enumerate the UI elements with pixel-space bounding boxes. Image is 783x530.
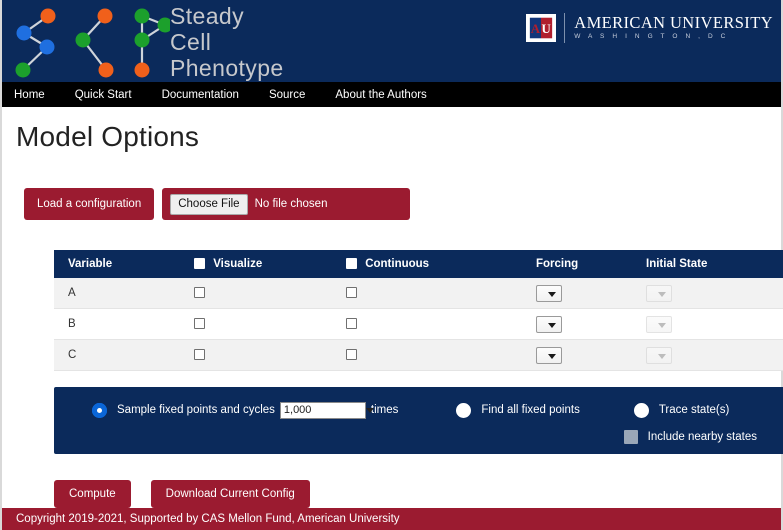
initial-state-select-row-0 bbox=[646, 284, 672, 302]
trace-states-radio[interactable] bbox=[633, 402, 649, 418]
cell-continuous bbox=[332, 308, 522, 340]
cell-variable-name: A bbox=[54, 278, 180, 309]
action-buttons-row: Compute Download Current Config bbox=[54, 480, 781, 508]
model-variables-table: Variable Visualize Continuous Forcing In… bbox=[54, 250, 783, 371]
sample-times-control: 1,000 times bbox=[275, 401, 399, 419]
table-row: A bbox=[54, 278, 783, 309]
column-header-forcing: Forcing bbox=[522, 250, 632, 278]
continuous-select-all-checkbox[interactable] bbox=[346, 258, 357, 269]
main-navigation: Home Quick Start Documentation Source Ab… bbox=[2, 82, 781, 107]
visualize-checkbox-row-2[interactable] bbox=[194, 349, 205, 361]
column-label-visualize: Visualize bbox=[213, 258, 263, 270]
forcing-select-row-1[interactable] bbox=[536, 315, 562, 333]
logo-divider bbox=[564, 13, 566, 43]
computation-options-panel: Sample fixed points and cycles 1,000 tim… bbox=[54, 387, 783, 454]
file-chosen-status: No file chosen bbox=[254, 198, 328, 210]
forcing-select-wrap-row-2 bbox=[536, 346, 562, 364]
cell-forcing bbox=[522, 278, 632, 309]
cell-visualize bbox=[180, 308, 332, 340]
include-nearby-states-label: Include nearby states bbox=[647, 431, 757, 443]
initial-state-select-wrap-row-2 bbox=[646, 346, 672, 364]
page-title: Model Options bbox=[16, 121, 200, 152]
file-upload-field[interactable]: Choose File No file chosen bbox=[162, 188, 411, 220]
column-label-initial-state: Initial State bbox=[646, 258, 708, 270]
nav-item-source[interactable]: Source bbox=[269, 89, 305, 101]
au-shield-icon: A U bbox=[526, 14, 557, 42]
visualize-checkbox-row-0[interactable] bbox=[194, 287, 205, 299]
cell-variable-name: B bbox=[54, 308, 180, 340]
forcing-select-wrap-row-0 bbox=[536, 284, 562, 302]
table-row: C bbox=[54, 339, 783, 371]
trace-states-label: Trace state(s) bbox=[658, 404, 730, 416]
nav-item-quick-start[interactable]: Quick Start bbox=[75, 89, 132, 101]
table-row: B bbox=[54, 308, 783, 340]
au-wordmark: AMERICAN UNIVERSITY W A S H I N G T O N … bbox=[574, 14, 773, 42]
continuous-checkbox-row-2[interactable] bbox=[346, 349, 357, 361]
site-title: Steady Cell Phenotype bbox=[170, 3, 284, 81]
cell-initial-state bbox=[632, 278, 783, 309]
configuration-loader-row: Load a configuration Choose File No file… bbox=[24, 188, 781, 220]
cell-visualize bbox=[180, 339, 332, 371]
computation-mode-row: Sample fixed points and cycles 1,000 tim… bbox=[54, 397, 783, 423]
cell-initial-state bbox=[632, 308, 783, 340]
include-nearby-states-row: Include nearby states bbox=[54, 430, 783, 444]
initial-state-select-wrap-row-0 bbox=[646, 284, 672, 302]
visualize-select-all-checkbox[interactable] bbox=[194, 258, 205, 269]
initial-state-select-wrap-row-1 bbox=[646, 315, 672, 333]
column-header-visualize: Visualize bbox=[180, 250, 332, 278]
svg-text:A: A bbox=[531, 22, 541, 36]
initial-state-select-row-2 bbox=[646, 346, 672, 364]
forcing-select-wrap-row-1 bbox=[536, 315, 562, 333]
copyright-text: Copyright 2019-2021, Supported by CAS Me… bbox=[16, 513, 400, 525]
site-header: Steady Cell Phenotype A U AMERICAN UNIVE… bbox=[2, 0, 781, 82]
cell-visualize bbox=[180, 278, 332, 309]
au-name: AMERICAN UNIVERSITY bbox=[574, 13, 773, 32]
column-label-variable: Variable bbox=[68, 258, 113, 270]
find-all-fixed-points-radio[interactable] bbox=[456, 402, 472, 418]
nav-item-documentation[interactable]: Documentation bbox=[162, 89, 239, 101]
au-location: W A S H I N G T O N , D C bbox=[574, 33, 729, 40]
cell-continuous bbox=[332, 339, 522, 371]
find-all-fixed-points-label: Find all fixed points bbox=[481, 404, 580, 416]
nav-item-home[interactable]: Home bbox=[14, 89, 45, 101]
cell-initial-state bbox=[632, 339, 783, 371]
include-nearby-states-checkbox bbox=[623, 430, 638, 444]
column-label-continuous: Continuous bbox=[365, 258, 430, 270]
initial-state-select-row-1 bbox=[646, 315, 672, 333]
sample-fixed-points-label: Sample fixed points and cycles bbox=[117, 404, 275, 416]
page-root: Steady Cell Phenotype A U AMERICAN UNIVE… bbox=[0, 0, 783, 530]
column-header-variable: Variable bbox=[54, 250, 180, 278]
column-label-forcing: Forcing bbox=[536, 258, 579, 270]
table-header-row: Variable Visualize Continuous Forcing In… bbox=[54, 250, 783, 278]
column-header-continuous: Continuous bbox=[332, 250, 522, 278]
main-content: Model Options Load a configuration Choos… bbox=[2, 121, 783, 508]
cell-forcing bbox=[522, 339, 632, 371]
column-header-initial-state: Initial State bbox=[632, 250, 783, 278]
nav-item-about-the-authors[interactable]: About the Authors bbox=[335, 89, 426, 101]
option-trace-states[interactable]: Trace state(s) bbox=[633, 402, 730, 418]
continuous-checkbox-row-0[interactable] bbox=[346, 287, 357, 299]
continuous-checkbox-row-1[interactable] bbox=[346, 318, 357, 330]
forcing-select-row-2[interactable] bbox=[536, 346, 562, 364]
cell-continuous bbox=[332, 278, 522, 309]
sample-fixed-points-radio[interactable] bbox=[92, 402, 107, 418]
site-footer: Copyright 2019-2021, Supported by CAS Me… bbox=[2, 508, 781, 530]
cell-variable-name: C bbox=[54, 339, 180, 371]
sample-times-suffix-label: times bbox=[370, 404, 399, 416]
svg-text:U: U bbox=[542, 22, 551, 36]
sample-times-select[interactable]: 1,000 bbox=[279, 401, 366, 419]
cell-network-logo-icon bbox=[15, 8, 170, 78]
option-sample-fixed-points[interactable]: Sample fixed points and cycles 1,000 tim… bbox=[92, 401, 399, 419]
download-current-config-button[interactable]: Download Current Config bbox=[150, 480, 310, 508]
american-university-logo[interactable]: A U AMERICAN UNIVERSITY W A S H I N G T … bbox=[526, 10, 773, 46]
model-variables-table-wrap: Variable Visualize Continuous Forcing In… bbox=[54, 250, 783, 371]
cell-forcing bbox=[522, 308, 632, 340]
forcing-select-row-0[interactable] bbox=[536, 284, 562, 302]
option-find-all-fixed-points[interactable]: Find all fixed points bbox=[456, 402, 580, 418]
choose-file-button[interactable]: Choose File bbox=[170, 193, 248, 215]
load-configuration-button[interactable]: Load a configuration bbox=[24, 188, 155, 220]
compute-button[interactable]: Compute bbox=[54, 480, 131, 508]
visualize-checkbox-row-1[interactable] bbox=[194, 318, 205, 330]
